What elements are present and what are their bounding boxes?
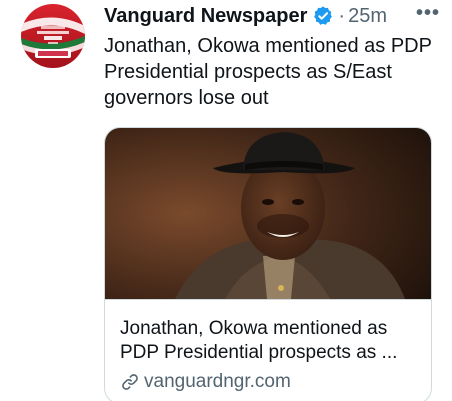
card-domain-label: vanguardngr.com — [144, 371, 291, 392]
tweet-text: Jonathan, Okowa mentioned as PDP Preside… — [104, 35, 432, 109]
verified-badge-icon — [312, 5, 334, 27]
card-domain[interactable]: vanguardngr.com — [120, 371, 291, 393]
link-card[interactable]: Jonathan, Okowa mentioned as PDP Preside… — [104, 127, 432, 401]
card-image — [105, 128, 431, 300]
link-icon — [120, 372, 140, 392]
header-separator: · — [338, 4, 346, 27]
tweet[interactable]: Vanguard Newspaper · 25m ••• Jonathan, O… — [0, 0, 452, 401]
more-options-icon[interactable]: ••• — [416, 2, 440, 25]
tweet-header: Vanguard Newspaper · 25m ••• — [104, 2, 440, 28]
avatar[interactable] — [21, 4, 85, 68]
author-name[interactable]: Vanguard Newspaper — [104, 5, 307, 28]
vanguard-logo-image — [21, 4, 85, 68]
timestamp[interactable]: 25m — [348, 5, 387, 28]
card-title: Jonathan, Okowa mentioned as PDP Preside… — [120, 318, 398, 363]
